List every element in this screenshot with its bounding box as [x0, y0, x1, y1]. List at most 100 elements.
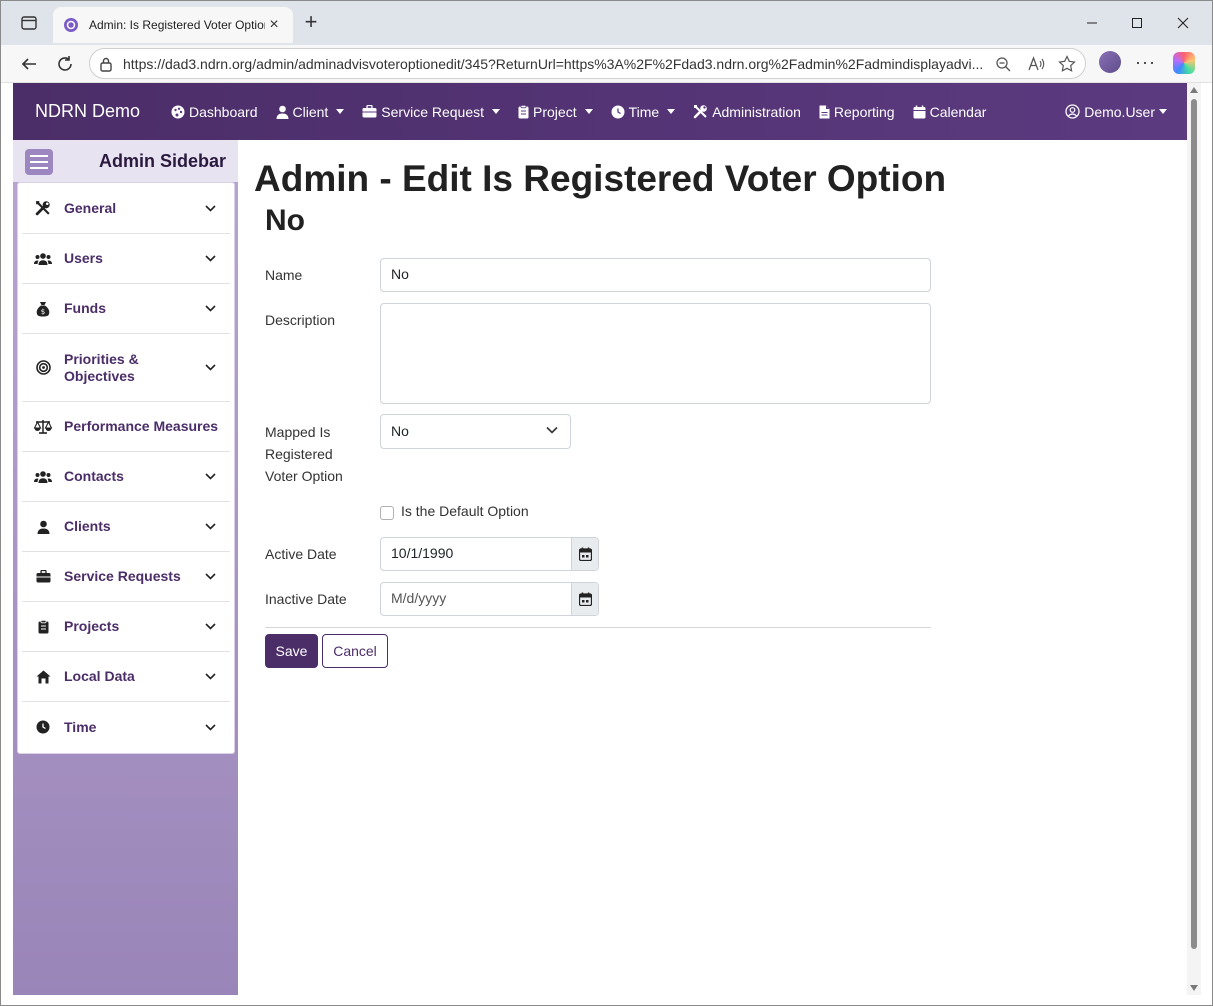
chevron-down-icon: [336, 109, 345, 114]
chevron-down-icon: [200, 573, 220, 580]
sidebar-item-priorities[interactable]: Priorities & Objectives: [22, 334, 230, 402]
nav-project[interactable]: Project: [518, 104, 593, 120]
sidebar-item-contacts[interactable]: Contacts: [22, 452, 230, 502]
nav-calendar[interactable]: Calendar: [913, 104, 986, 120]
description-textarea[interactable]: [380, 303, 931, 404]
inactive-date-label: Inactive Date: [265, 591, 347, 607]
sidebar-item-label: Funds: [64, 300, 106, 316]
sidebar-item-projects[interactable]: Projects: [22, 602, 230, 652]
clipboard-icon: [30, 619, 56, 634]
sidebar-item-label: Service Requests: [64, 568, 181, 584]
close-window-icon[interactable]: [1170, 11, 1196, 35]
calendar-icon: [913, 105, 926, 118]
page-scrollbar[interactable]: [1187, 83, 1201, 995]
scroll-up-icon[interactable]: [1190, 87, 1198, 93]
zoom-icon[interactable]: [992, 54, 1014, 74]
nav-client[interactable]: Client: [276, 104, 345, 120]
nav-service-request[interactable]: Service Request: [362, 104, 501, 120]
app-navbar: NDRN Demo Dashboard Client Service Reque…: [13, 83, 1187, 140]
save-button[interactable]: Save: [265, 634, 318, 668]
tools-icon: [30, 200, 56, 216]
chevron-down-icon: [546, 426, 558, 434]
copilot-icon[interactable]: [1173, 52, 1195, 74]
nav-client-label: Client: [292, 103, 329, 120]
main-content: Admin - Edit Is Registered Voter Option …: [238, 140, 1187, 995]
active-date-value: 10/1/1990: [391, 545, 454, 561]
sidebar-item-time[interactable]: Time: [22, 702, 230, 752]
chevron-down-icon: [200, 723, 220, 731]
refresh-icon[interactable]: [53, 52, 77, 76]
chevron-down-icon: [200, 305, 220, 312]
active-date-label: Active Date: [265, 546, 337, 562]
inactive-date-picker-button[interactable]: [571, 583, 598, 615]
calendar-icon: [578, 547, 592, 561]
sidebar-toggle-icon[interactable]: [15, 11, 43, 35]
mapped-option-label: Mapped Is Registered Voter Option: [265, 424, 343, 484]
sidebar-menu: General Users $ Funds Priorities & Objec…: [17, 182, 235, 754]
sidebar-item-performance-measures[interactable]: Performance Measures: [22, 402, 230, 452]
money-bag-icon: $: [30, 301, 56, 317]
tab-title: Admin: Is Registered Voter Option: [89, 18, 265, 32]
chevron-down-icon: [584, 109, 593, 114]
nav-time-label: Time: [628, 103, 660, 120]
close-tab-icon[interactable]: ×: [265, 16, 283, 34]
scroll-down-icon[interactable]: [1190, 985, 1198, 991]
sidebar-item-label: Time: [64, 718, 97, 735]
nav-administration[interactable]: Administration: [693, 104, 801, 120]
nav-reporting[interactable]: Reporting: [819, 104, 895, 120]
active-date-input[interactable]: 10/1/1990: [380, 537, 599, 571]
sidebar-item-service-requests[interactable]: Service Requests: [22, 552, 230, 602]
address-bar[interactable]: https://dad3.ndrn.org/admin/adminadvisvo…: [89, 48, 1086, 79]
default-option-label[interactable]: Is the Default Option: [401, 503, 529, 519]
sidebar-item-funds[interactable]: $ Funds: [22, 284, 230, 334]
inactive-date-input[interactable]: M/d/yyyy: [380, 582, 599, 616]
favorite-star-icon[interactable]: [1056, 54, 1078, 74]
site-favicon-icon: [64, 18, 78, 32]
nav-project-label: Project: [533, 103, 577, 120]
minimize-icon[interactable]: [1079, 11, 1105, 35]
brand-logo[interactable]: NDRN Demo: [35, 101, 171, 122]
sidebar-header: Admin Sidebar: [13, 140, 238, 182]
default-option-checkbox[interactable]: [380, 506, 394, 520]
more-menu-icon[interactable]: ···: [1135, 52, 1156, 73]
sidebar-item-local-data[interactable]: Local Data: [22, 652, 230, 702]
calendar-icon: [578, 592, 592, 606]
scale-icon: [30, 419, 56, 434]
scroll-thumb[interactable]: [1191, 99, 1197, 949]
mapped-option-select[interactable]: No: [380, 414, 571, 449]
user-menu[interactable]: Demo.User: [1065, 104, 1167, 120]
sidebar-item-clients[interactable]: Clients: [22, 502, 230, 552]
hamburger-menu-icon[interactable]: [25, 149, 53, 175]
sidebar-title: Admin Sidebar: [98, 151, 226, 171]
active-date-picker-button[interactable]: [571, 538, 598, 570]
back-icon[interactable]: [17, 52, 41, 76]
tools-icon: [693, 105, 707, 119]
user-icon: [30, 520, 56, 534]
chevron-down-icon: [200, 623, 220, 630]
clipboard-icon: [518, 104, 529, 118]
chevron-down-icon: [200, 255, 220, 262]
sidebar-item-label: Contacts: [64, 468, 124, 484]
sidebar-item-users[interactable]: Users: [22, 234, 230, 284]
user-icon: [276, 105, 288, 119]
mapped-option-value: No: [391, 423, 409, 439]
nav-time[interactable]: Time: [611, 104, 676, 120]
clock-icon: [30, 720, 56, 734]
browser-tab[interactable]: Admin: Is Registered Voter Option ×: [53, 7, 293, 43]
name-input[interactable]: No: [380, 258, 931, 292]
name-label: Name: [265, 267, 303, 283]
description-label: Description: [265, 312, 336, 328]
cancel-button[interactable]: Cancel: [322, 634, 388, 668]
maximize-icon[interactable]: [1124, 11, 1150, 35]
user-circle-icon: [1065, 104, 1080, 119]
sidebar-item-general[interactable]: General: [22, 183, 230, 234]
clock-icon: [611, 105, 625, 118]
inactive-date-placeholder: M/d/yyyy: [391, 590, 447, 606]
nav-dashboard[interactable]: Dashboard: [171, 104, 258, 120]
read-aloud-icon[interactable]: [1025, 54, 1047, 74]
profile-avatar-icon[interactable]: [1099, 51, 1121, 73]
new-tab-icon[interactable]: +: [299, 11, 323, 35]
house-icon: [30, 670, 56, 684]
address-toolbar: https://dad3.ndrn.org/admin/adminadvisvo…: [1, 45, 1212, 83]
briefcase-icon: [30, 570, 56, 583]
